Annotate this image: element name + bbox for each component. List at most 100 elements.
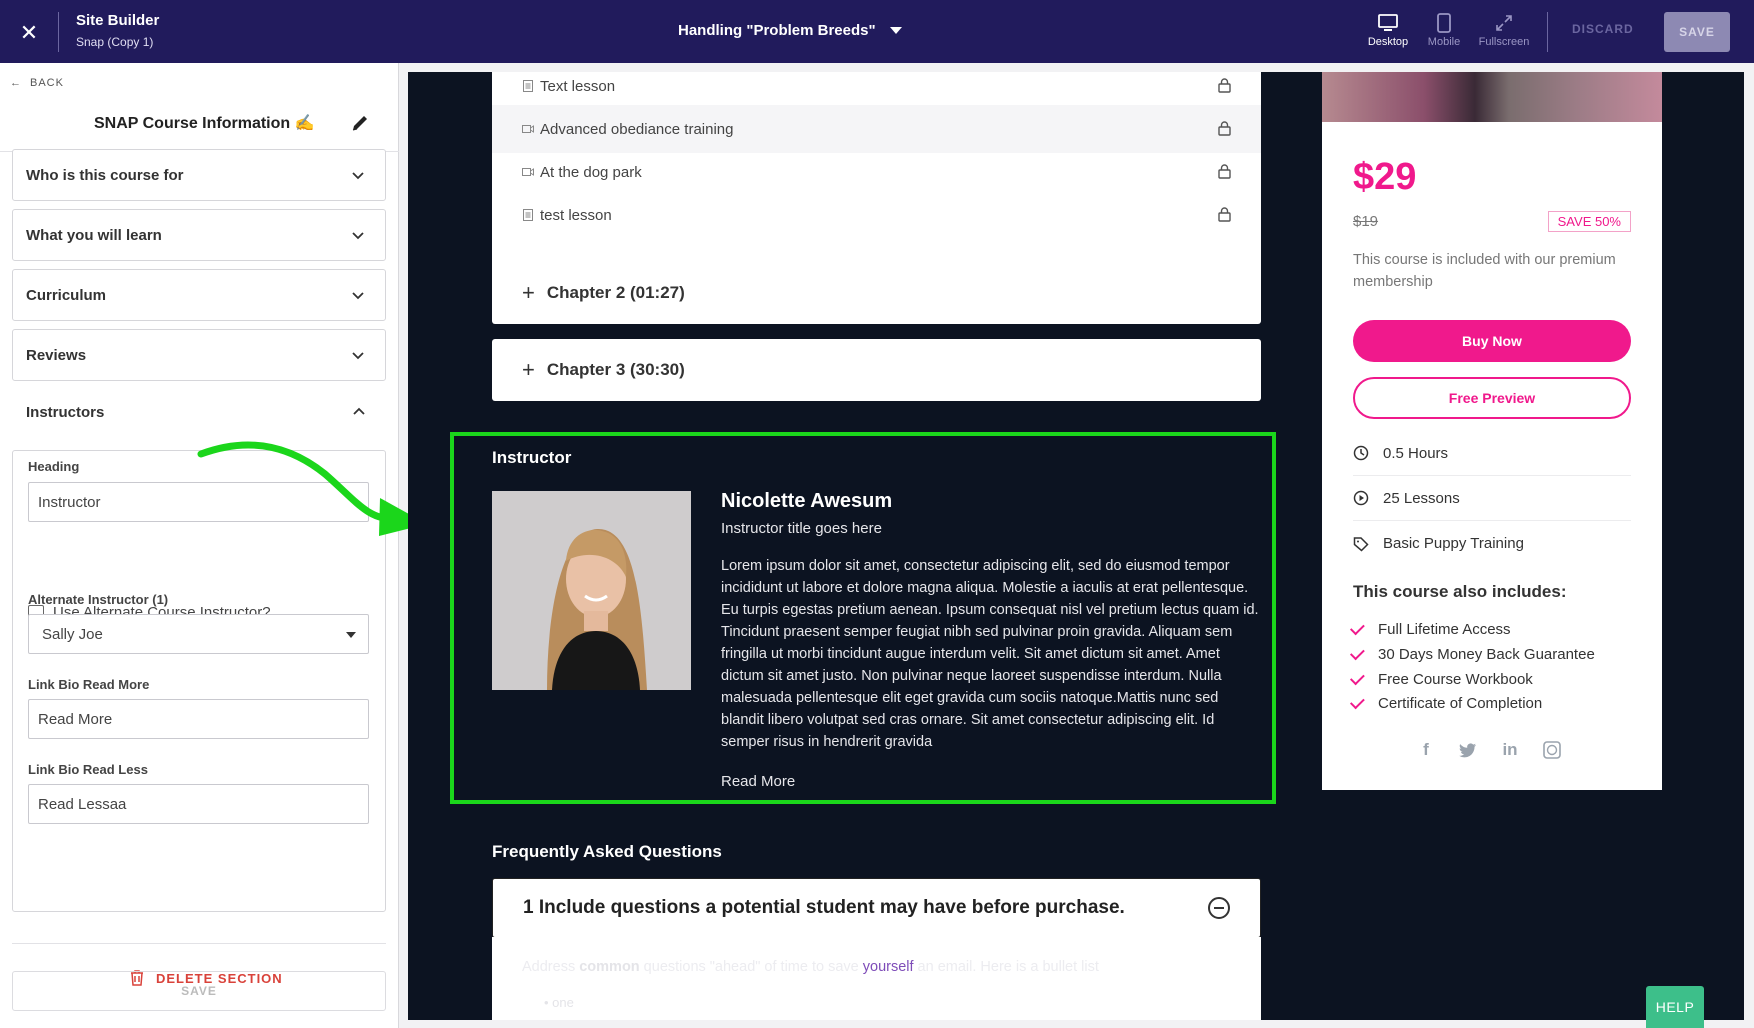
- page-preview: Text lesson Advanced obediance training …: [408, 72, 1744, 1020]
- fullscreen-label: Fullscreen: [1478, 36, 1530, 48]
- faq-answer-text: Address common questions "ahead" of time…: [522, 959, 1099, 975]
- lesson-title: At the dog park: [540, 163, 642, 181]
- top-bar: ✕ Site Builder Snap (Copy 1) Handling "P…: [0, 0, 1754, 63]
- fullscreen-view-button[interactable]: Fullscreen: [1476, 12, 1532, 48]
- price: $29: [1353, 156, 1417, 198]
- video-icon: [522, 125, 534, 133]
- instructor-bio: Lorem ipsum dolor sit amet, consectetur …: [721, 558, 1259, 750]
- alternate-instructor-label: Alternate Instructor (1): [28, 592, 169, 607]
- social-share: f in: [1416, 740, 1562, 760]
- discard-button[interactable]: DISCARD: [1572, 22, 1634, 36]
- pencil-icon[interactable]: [350, 113, 370, 133]
- chapter-title: Chapter 2 (01:27): [546, 283, 685, 302]
- original-price: $19: [1353, 213, 1379, 230]
- expand-icon: [1476, 12, 1532, 34]
- read-more-input[interactable]: Read More: [28, 699, 369, 739]
- course-category: Basic Puppy Training: [1353, 521, 1631, 566]
- free-preview-button[interactable]: Free Preview: [1353, 377, 1631, 419]
- course-image: [1322, 72, 1662, 122]
- buy-now-button[interactable]: Buy Now: [1353, 320, 1631, 362]
- section-curriculum[interactable]: Curriculum: [12, 269, 386, 321]
- chevron-down-icon: [352, 172, 364, 180]
- lock-icon: [1218, 78, 1231, 93]
- check-icon: [1349, 644, 1365, 660]
- lesson-row[interactable]: Advanced obediance training: [492, 105, 1261, 153]
- include-item: Certificate of Completion: [1349, 693, 1542, 712]
- tag-icon: [1353, 536, 1369, 552]
- course-duration: 0.5 Hours: [1353, 431, 1631, 476]
- chevron-down-icon: [889, 27, 902, 34]
- section-instructors-header[interactable]: Instructors: [12, 387, 386, 439]
- chapter-title: Chapter 3 (30:30): [546, 360, 685, 379]
- back-label: BACK: [30, 77, 64, 89]
- panel-save-button[interactable]: SAVE: [12, 971, 386, 1011]
- back-link[interactable]: ← BACK: [10, 77, 64, 89]
- check-icon: [1349, 669, 1365, 685]
- help-button[interactable]: HELP: [1646, 986, 1704, 1028]
- video-icon: [522, 168, 534, 176]
- lesson-title: Text lesson: [540, 77, 616, 95]
- save-badge: SAVE 50%: [1547, 211, 1631, 232]
- lesson-row[interactable]: test lesson: [492, 191, 1261, 239]
- section-what-you-will-learn[interactable]: What you will learn: [12, 209, 386, 261]
- document-icon: [523, 80, 533, 92]
- faq-question[interactable]: 1 Include questions a potential student …: [492, 878, 1261, 938]
- chevron-up-icon: [353, 407, 365, 415]
- lock-icon: [1218, 207, 1231, 222]
- monitor-icon: [1360, 12, 1416, 34]
- heading-label: Heading: [28, 459, 80, 474]
- chapter-row[interactable]: + Chapter 3 (30:30): [492, 339, 1261, 401]
- faq-question-text: 1 Include questions a potential student …: [523, 897, 1125, 918]
- settings-panel: ← BACK SNAP Course Information ✍️ Who is…: [0, 63, 399, 1028]
- chapter-row[interactable]: + Chapter 2 (01:27): [492, 262, 1261, 324]
- selected-instructor: Sally Joe: [42, 625, 103, 643]
- document-icon: [523, 209, 533, 221]
- caret-down-icon: [346, 632, 356, 638]
- alternate-instructor-select[interactable]: Sally Joe: [28, 614, 369, 654]
- section-label: Curriculum: [26, 287, 107, 304]
- lesson-title: Advanced obediance training: [540, 120, 734, 138]
- instructor-name: Nicolette Awesum: [721, 490, 893, 512]
- check-icon: [1349, 619, 1365, 635]
- facebook-icon[interactable]: f: [1416, 740, 1436, 760]
- section-label: Who is this course for: [26, 167, 184, 184]
- page-selector[interactable]: Handling "Problem Breeds": [678, 22, 902, 39]
- include-item: 30 Days Money Back Guarantee: [1349, 644, 1595, 663]
- lock-icon: [1218, 164, 1231, 179]
- section-label: What you will learn: [26, 227, 162, 244]
- read-more-label: Link Bio Read More: [28, 677, 150, 692]
- clock-icon: [1353, 445, 1369, 461]
- desktop-view-button[interactable]: Desktop: [1360, 12, 1416, 48]
- chevron-down-icon: [352, 232, 364, 240]
- divider: [12, 943, 386, 944]
- twitter-icon[interactable]: [1458, 740, 1478, 760]
- read-less-label: Link Bio Read Less: [28, 762, 148, 777]
- linkedin-icon[interactable]: in: [1500, 740, 1520, 760]
- also-includes-heading: This course also includes:: [1353, 582, 1567, 601]
- lesson-title: test lesson: [540, 206, 612, 224]
- desktop-label: Desktop: [1367, 36, 1409, 48]
- instructor-heading: Instructor: [492, 448, 572, 467]
- read-less-input[interactable]: Read Lessaa: [28, 784, 369, 824]
- faq-answer: Address common questions "ahead" of time…: [492, 937, 1261, 1020]
- lesson-row[interactable]: At the dog park: [492, 148, 1261, 196]
- save-button[interactable]: SAVE: [1664, 12, 1730, 52]
- green-arrow-annotation: [197, 441, 427, 536]
- page-name: Handling "Problem Breeds": [678, 22, 876, 39]
- section-who-is-this-for[interactable]: Who is this course for: [12, 149, 386, 201]
- site-name: Snap (Copy 1): [76, 35, 154, 49]
- mobile-view-button[interactable]: Mobile: [1416, 12, 1472, 48]
- whatsapp-icon[interactable]: [1542, 740, 1562, 760]
- section-label: Reviews: [26, 347, 87, 364]
- course-lesson-count: 25 Lessons: [1353, 476, 1631, 521]
- section-label: Instructors: [26, 404, 105, 421]
- include-item: Full Lifetime Access: [1349, 619, 1511, 638]
- read-more-link[interactable]: Read More: [721, 773, 795, 790]
- section-reviews[interactable]: Reviews: [12, 329, 386, 381]
- close-icon[interactable]: ✕: [14, 18, 44, 48]
- pricing-card: $29 $19 SAVE 50% This course is included…: [1322, 72, 1662, 790]
- divider: [1547, 12, 1548, 52]
- membership-note: This course is included with our premium…: [1353, 252, 1616, 290]
- phone-icon: [1416, 12, 1472, 34]
- chevron-down-icon: [352, 352, 364, 360]
